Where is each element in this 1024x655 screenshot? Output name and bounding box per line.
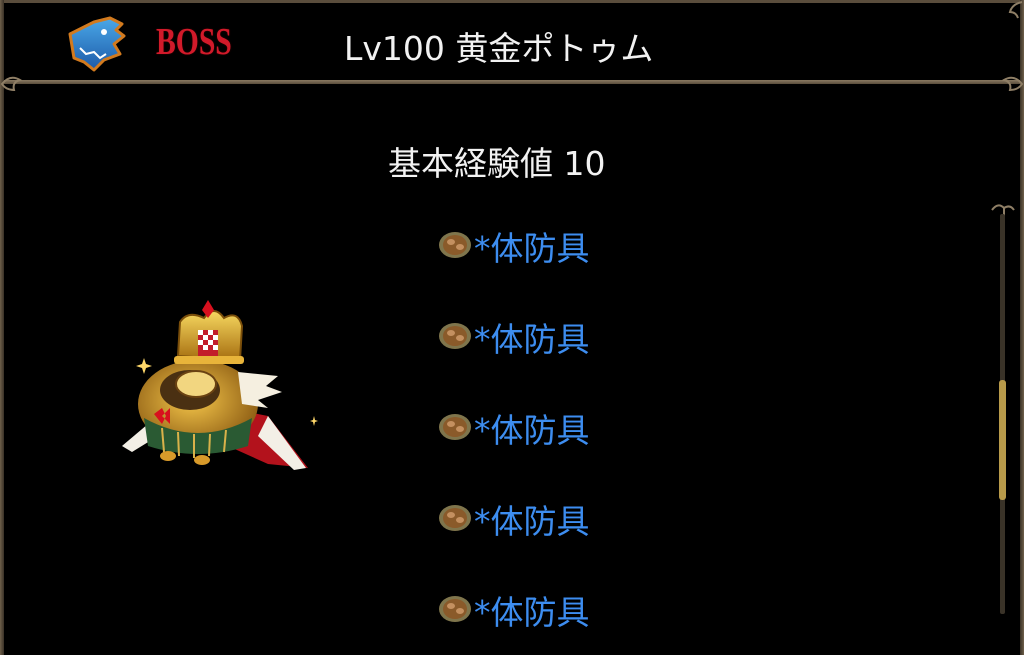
drop-item-label: *体防具	[474, 502, 590, 541]
drop-item-label: *体防具	[474, 411, 590, 450]
frame-top	[0, 0, 1024, 3]
drop-item[interactable]: *体防具	[438, 313, 590, 404]
corner-ornament-top-right	[1008, 1, 1023, 19]
drop-item[interactable]: *体防具	[438, 586, 590, 655]
frame-left	[0, 0, 4, 655]
corner-ornament-left	[0, 76, 23, 92]
pouch-icon	[439, 596, 471, 622]
header-bar: BOSS Lv100 黄金ポトゥム	[0, 0, 1024, 82]
pouch-icon	[439, 232, 471, 258]
monster-name: Lv100 黄金ポトゥム	[344, 29, 654, 68]
pouch-icon	[439, 414, 471, 440]
boss-info-screen: BOSS Lv100 黄金ポトゥム 基本経験値 10 *体防具 *体防具 *体防…	[0, 0, 1024, 655]
drop-item-label: *体防具	[474, 229, 590, 268]
frame-right	[1020, 0, 1024, 655]
drop-item-label: *体防具	[474, 320, 590, 359]
drop-item[interactable]: *体防具	[438, 222, 590, 313]
scroll-thumb[interactable]	[999, 380, 1006, 500]
header-divider	[0, 80, 1024, 84]
pouch-icon	[439, 505, 471, 531]
base-exp-text: 基本経験値 10	[388, 144, 606, 183]
scrollbar[interactable]	[990, 200, 1016, 630]
drop-item-label: *体防具	[474, 593, 590, 632]
dragon-head-icon	[68, 16, 126, 72]
boss-badge: BOSS	[156, 21, 232, 63]
drop-item[interactable]: *体防具	[438, 495, 590, 586]
pouch-icon	[439, 323, 471, 349]
drop-item-list: *体防具 *体防具 *体防具 *体防具 *体防具	[438, 222, 590, 655]
golden-potum-monster-image	[122, 300, 318, 470]
drop-item[interactable]: *体防具	[438, 404, 590, 495]
corner-ornament-right	[1001, 76, 1024, 92]
